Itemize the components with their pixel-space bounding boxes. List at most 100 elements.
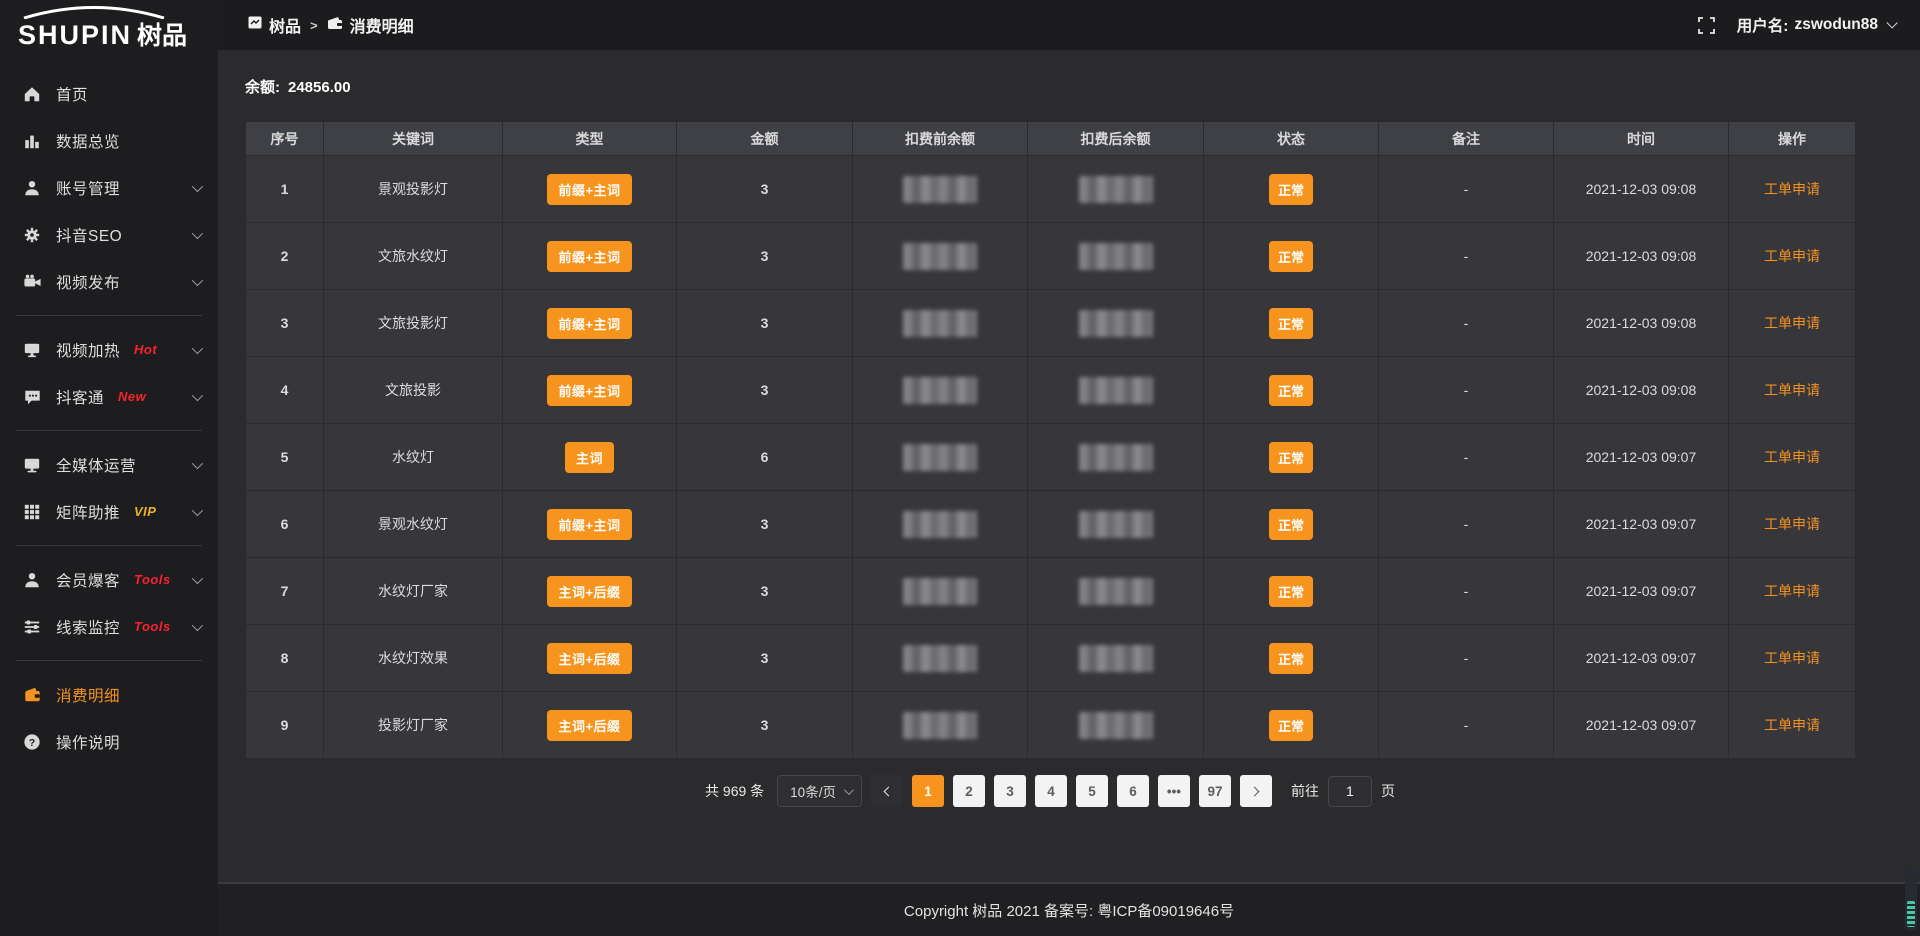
sidebar-item-label: 抖音SEO bbox=[56, 224, 122, 246]
cell-time: 2021-12-03 09:07 bbox=[1554, 424, 1729, 491]
sidebar-item-douyin-seo[interactable]: 抖音SEO bbox=[0, 211, 218, 258]
prev-page-button[interactable] bbox=[871, 775, 903, 807]
sidebar-item-operation-guide[interactable]: ? 操作说明 bbox=[0, 718, 218, 765]
column-header: 关键词 bbox=[324, 122, 503, 156]
cell-status: 正常 bbox=[1204, 625, 1379, 692]
cell-amount: 3 bbox=[677, 558, 853, 625]
page-ellipsis-button[interactable]: ••• bbox=[1158, 775, 1190, 807]
sidebar-item-home[interactable]: 首页 bbox=[0, 70, 218, 117]
cell-balance-after bbox=[1028, 223, 1204, 290]
app-root: SHUPIN树品 首页 数据总览 账号管理 抖音SEO 视频发布 视频加热 Ho… bbox=[0, 0, 1920, 936]
cell-type: 主词+后缀 bbox=[503, 558, 677, 625]
cell-remark: - bbox=[1379, 223, 1554, 290]
sidebar-item-label: 账号管理 bbox=[56, 177, 120, 199]
page-button-3[interactable]: 3 bbox=[994, 775, 1026, 807]
sidebar-item-douketong[interactable]: 抖客通 New bbox=[0, 373, 218, 420]
cell-keyword: 水纹灯厂家 bbox=[324, 558, 503, 625]
ticket-request-link[interactable]: 工单申请 bbox=[1764, 382, 1820, 398]
wallet-icon bbox=[22, 685, 42, 705]
page-button-97[interactable]: 97 bbox=[1199, 775, 1231, 807]
sidebar-item-account-management[interactable]: 账号管理 bbox=[0, 164, 218, 211]
cell-type: 主词+后缀 bbox=[503, 625, 677, 692]
chevron-down-icon bbox=[192, 572, 203, 583]
ticket-request-link[interactable]: 工单申请 bbox=[1764, 583, 1820, 599]
cell-amount: 6 bbox=[677, 424, 853, 491]
breadcrumb-page[interactable]: 消费明细 bbox=[327, 13, 414, 37]
status-badge: 正常 bbox=[1269, 576, 1313, 607]
cell-keyword: 水纹灯效果 bbox=[324, 625, 503, 692]
page-button-2[interactable]: 2 bbox=[953, 775, 985, 807]
sidebar-item-data-overview[interactable]: 数据总览 bbox=[0, 117, 218, 164]
page-button-4[interactable]: 4 bbox=[1035, 775, 1067, 807]
page-button-6[interactable]: 6 bbox=[1117, 775, 1149, 807]
ticket-request-link[interactable]: 工单申请 bbox=[1764, 449, 1820, 465]
redacted-value bbox=[903, 444, 977, 471]
next-page-button[interactable] bbox=[1240, 775, 1272, 807]
cell-balance-before bbox=[853, 223, 1028, 290]
topbar-right: 用户名: zswodun88 bbox=[1698, 14, 1920, 36]
cell-index: 3 bbox=[246, 290, 324, 357]
breadcrumb-app[interactable]: 树品 bbox=[248, 13, 301, 37]
ticket-request-link[interactable]: 工单申请 bbox=[1764, 717, 1820, 733]
table-row: 8 水纹灯效果 主词+后缀 3 正常 - 2021-12-03 09:07 工单… bbox=[246, 625, 1856, 692]
ticket-request-link[interactable]: 工单申请 bbox=[1764, 248, 1820, 264]
goto-label: 前往 bbox=[1291, 781, 1319, 801]
wallet-icon bbox=[327, 16, 343, 35]
cell-remark: - bbox=[1379, 692, 1554, 759]
cell-balance-before bbox=[853, 424, 1028, 491]
cell-amount: 3 bbox=[677, 290, 853, 357]
cell-amount: 3 bbox=[677, 692, 853, 759]
cell-index: 2 bbox=[246, 223, 324, 290]
goto-page-input[interactable] bbox=[1328, 776, 1372, 807]
page-buttons: 123456 ••• 97 bbox=[912, 775, 1231, 807]
cell-amount: 3 bbox=[677, 357, 853, 424]
redacted-value bbox=[903, 578, 977, 605]
status-badge: 正常 bbox=[1269, 710, 1313, 741]
sidebar-item-badge: Tools bbox=[134, 619, 171, 634]
ticket-request-link[interactable]: 工单申请 bbox=[1764, 181, 1820, 197]
sidebar-divider bbox=[16, 430, 202, 431]
sidebar-item-consumption-detail[interactable]: 消费明细 bbox=[0, 671, 218, 718]
cell-index: 5 bbox=[246, 424, 324, 491]
ticket-request-link[interactable]: 工单申请 bbox=[1764, 315, 1820, 331]
display-icon bbox=[22, 340, 42, 360]
cell-keyword: 文旅投影灯 bbox=[324, 290, 503, 357]
page-button-1[interactable]: 1 bbox=[912, 775, 944, 807]
cell-action: 工单申请 bbox=[1729, 558, 1856, 625]
cell-amount: 3 bbox=[677, 491, 853, 558]
fullscreen-icon[interactable] bbox=[1698, 17, 1715, 34]
column-header: 金额 bbox=[677, 122, 853, 156]
table-body: 1 景观投影灯 前缀+主词 3 正常 - 2021-12-03 09:08 工单… bbox=[246, 156, 1856, 759]
sidebar-item-video-heat[interactable]: 视频加热 Hot bbox=[0, 326, 218, 373]
cell-balance-after bbox=[1028, 156, 1204, 223]
page-button-5[interactable]: 5 bbox=[1076, 775, 1108, 807]
chat-widget[interactable] bbox=[1905, 867, 1917, 931]
cell-time: 2021-12-03 09:08 bbox=[1554, 223, 1729, 290]
sidebar-item-lead-monitor[interactable]: 线索监控 Tools bbox=[0, 603, 218, 650]
cell-balance-before bbox=[853, 558, 1028, 625]
table-row: 1 景观投影灯 前缀+主词 3 正常 - 2021-12-03 09:08 工单… bbox=[246, 156, 1856, 223]
sidebar-item-label: 矩阵助推 bbox=[56, 501, 120, 523]
cell-status: 正常 bbox=[1204, 223, 1379, 290]
redacted-value bbox=[1079, 243, 1153, 270]
sidebar-item-video-publish[interactable]: 视频发布 bbox=[0, 258, 218, 305]
cell-index: 7 bbox=[246, 558, 324, 625]
page-size-select[interactable]: 10条/页 bbox=[777, 775, 862, 807]
balance: 余额:24856.00 bbox=[245, 76, 1920, 97]
chat-widget-stripes bbox=[1907, 901, 1915, 927]
cell-balance-before bbox=[853, 692, 1028, 759]
sidebar: SHUPIN树品 首页 数据总览 账号管理 抖音SEO 视频发布 视频加热 Ho… bbox=[0, 0, 218, 936]
user-dropdown[interactable]: 用户名: zswodun88 bbox=[1737, 14, 1894, 36]
sidebar-item-matrix-boost[interactable]: 矩阵助推 VIP bbox=[0, 488, 218, 535]
sidebar-item-label: 视频发布 bbox=[56, 271, 120, 293]
redacted-value bbox=[903, 176, 977, 203]
sidebar-item-media-operation[interactable]: 全媒体运营 bbox=[0, 441, 218, 488]
cell-status: 正常 bbox=[1204, 290, 1379, 357]
cell-balance-before bbox=[853, 290, 1028, 357]
ticket-request-link[interactable]: 工单申请 bbox=[1764, 516, 1820, 532]
sidebar-item-member-burst[interactable]: 会员爆客 Tools bbox=[0, 556, 218, 603]
cell-status: 正常 bbox=[1204, 424, 1379, 491]
ticket-request-link[interactable]: 工单申请 bbox=[1764, 650, 1820, 666]
chevron-down-icon bbox=[1886, 17, 1897, 28]
cell-action: 工单申请 bbox=[1729, 491, 1856, 558]
